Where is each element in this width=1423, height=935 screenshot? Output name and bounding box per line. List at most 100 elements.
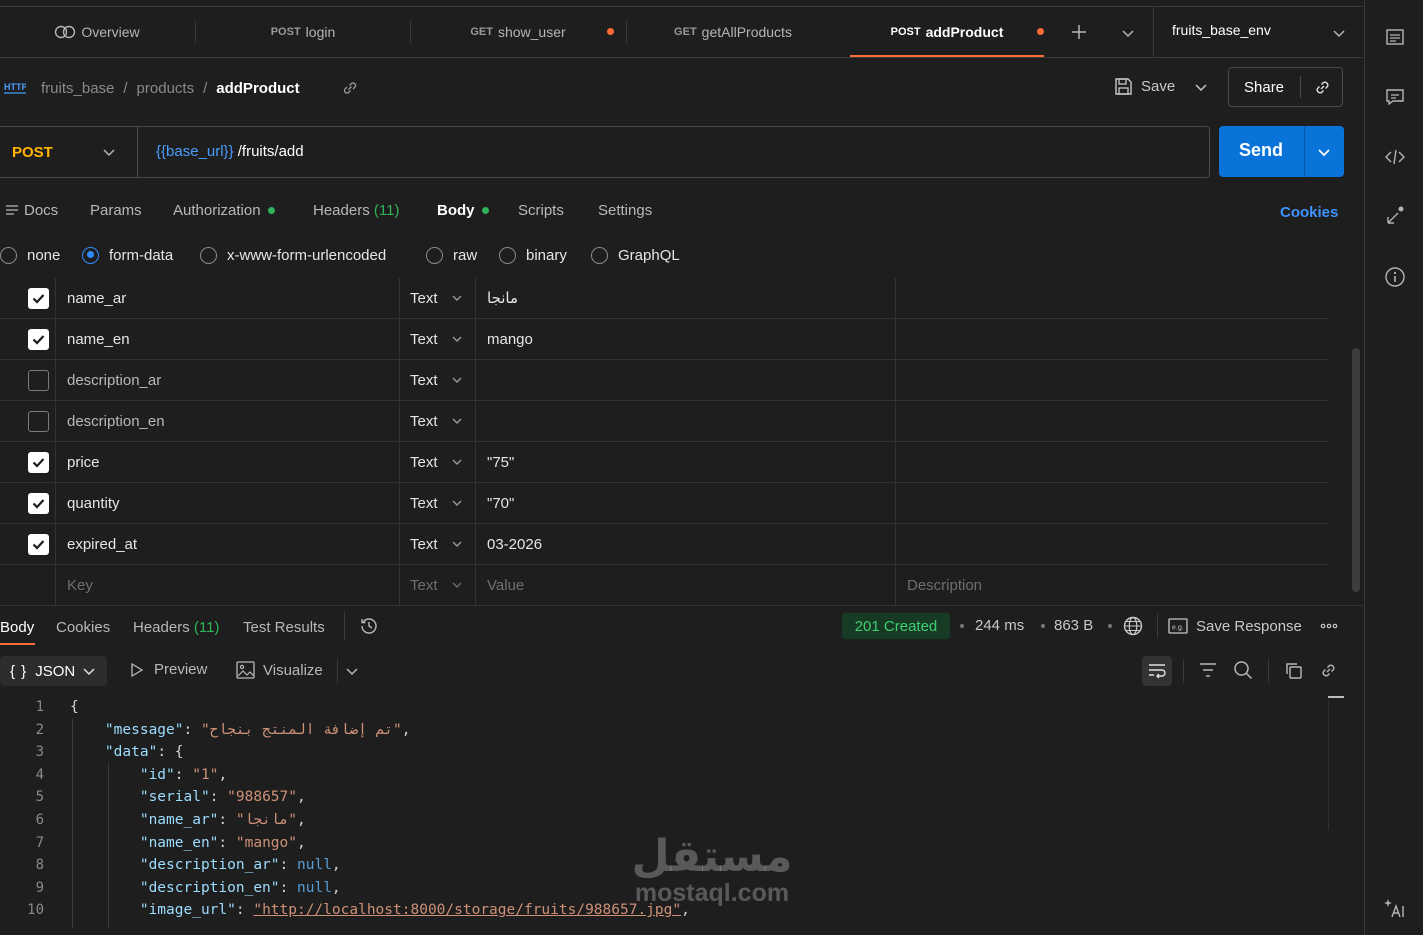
new-description-input[interactable]: Description [907, 565, 982, 605]
description-cell[interactable] [907, 401, 1327, 441]
docs-panel-icon[interactable] [1384, 27, 1406, 49]
copy-icon[interactable] [1284, 661, 1303, 680]
radio-binary[interactable]: binary [499, 245, 567, 265]
value-cell[interactable]: مانجا [487, 278, 518, 318]
breadcrumb-collection[interactable]: fruits_base [41, 80, 114, 97]
send-options-chevron-icon[interactable] [1316, 144, 1332, 160]
value-cell[interactable]: 03-2026 [487, 524, 542, 564]
save-button[interactable]: Save [1114, 77, 1175, 96]
response-size[interactable]: 863 B [1054, 617, 1093, 634]
type-selector[interactable]: Text [410, 483, 463, 523]
description-cell[interactable] [907, 278, 1327, 318]
key-cell[interactable]: price [67, 442, 100, 482]
search-icon[interactable] [1233, 660, 1253, 680]
visualize-chevron-down-icon[interactable] [345, 664, 359, 678]
form-scrollbar[interactable] [1352, 348, 1360, 592]
row-checkbox[interactable] [28, 451, 49, 473]
key-cell[interactable]: name_ar [67, 278, 126, 318]
type-selector[interactable]: Text [410, 278, 463, 318]
value-cell[interactable]: mango [487, 319, 533, 359]
share-button[interactable]: Share [1228, 67, 1343, 107]
type-selector[interactable]: Text [410, 360, 463, 400]
tab-add-product[interactable]: POST addProduct [850, 7, 1044, 57]
response-tab-cookies[interactable]: Cookies [56, 617, 110, 637]
tab-get-all-products[interactable]: GET getAllProducts [627, 7, 839, 57]
radio-none[interactable]: none [0, 245, 60, 265]
send-button[interactable]: Send [1219, 126, 1344, 177]
response-tab-headers[interactable]: Headers (11) [133, 617, 219, 637]
row-checkbox[interactable] [28, 287, 49, 309]
radio-x-www-form-urlencoded[interactable]: x-www-form-urlencoded [200, 245, 386, 265]
tabs-chevron-down-icon[interactable] [1120, 25, 1136, 41]
cookies-link[interactable]: Cookies [1280, 202, 1338, 222]
format-selector[interactable]: { } JSON [0, 656, 107, 686]
comments-icon[interactable] [1384, 86, 1406, 108]
tab-scripts[interactable]: Scripts [518, 200, 564, 220]
info-icon[interactable] [1384, 266, 1406, 288]
visualize-button[interactable]: Visualize [236, 661, 323, 679]
description-cell[interactable] [907, 319, 1327, 359]
tab-docs[interactable]: Docs [5, 200, 58, 220]
network-globe-icon[interactable] [1122, 615, 1144, 637]
type-selector[interactable]: Text [410, 401, 463, 441]
new-type-selector[interactable]: Text [410, 565, 463, 605]
description-cell[interactable] [907, 483, 1327, 523]
copy-link-icon[interactable] [1313, 78, 1332, 97]
related-requests-icon[interactable] [1384, 205, 1406, 227]
save-response-button[interactable]: e.g. Save Response [1168, 617, 1302, 635]
response-tab-test-results[interactable]: Test Results [243, 617, 325, 637]
tab-show-user[interactable]: GET show_user [411, 7, 625, 57]
environment-selector[interactable]: fruits_base_env [1172, 22, 1271, 38]
tab-body[interactable]: Body [437, 200, 489, 220]
row-checkbox[interactable] [28, 533, 49, 555]
tab-settings[interactable]: Settings [598, 200, 652, 220]
preview-button[interactable]: Preview [129, 661, 207, 678]
new-key-input[interactable]: Key [67, 565, 93, 605]
row-checkbox[interactable] [28, 369, 49, 391]
new-tab-plus-icon[interactable] [1069, 22, 1089, 42]
filter-icon[interactable] [1198, 661, 1218, 679]
code-scroll-thumb[interactable] [1328, 696, 1344, 698]
response-tab-body[interactable]: Body [0, 617, 34, 637]
more-options-icon[interactable] [1320, 618, 1338, 634]
description-cell[interactable] [907, 442, 1327, 482]
response-time[interactable]: 244 ms [975, 617, 1024, 634]
response-link-icon[interactable] [1319, 661, 1338, 680]
status-badge[interactable]: 201 Created [842, 613, 950, 639]
key-cell[interactable]: description_en [67, 401, 165, 441]
key-cell[interactable]: quantity [67, 483, 120, 523]
key-cell[interactable]: name_en [67, 319, 130, 359]
row-checkbox[interactable] [28, 492, 49, 514]
save-options-chevron-icon[interactable] [1193, 79, 1209, 95]
method-selector[interactable]: POST [0, 127, 138, 177]
tab-params[interactable]: Params [90, 200, 142, 220]
tab-authorization[interactable]: Authorization [173, 200, 275, 220]
environment-chevron-down-icon[interactable] [1331, 25, 1347, 41]
response-divider[interactable] [0, 605, 1363, 606]
row-checkbox[interactable] [28, 328, 49, 350]
breadcrumb-folder[interactable]: products [137, 80, 195, 97]
wrap-lines-button[interactable] [1142, 656, 1172, 686]
type-selector[interactable]: Text [410, 524, 463, 564]
tab-headers[interactable]: Headers (11) [313, 200, 399, 220]
tab-overview[interactable]: Overview [0, 7, 194, 57]
code-icon[interactable] [1384, 146, 1406, 168]
url-input[interactable]: {{base_url}} /fruits/add [156, 143, 304, 160]
radio-raw[interactable]: raw [426, 245, 477, 265]
description-cell[interactable] [907, 524, 1327, 564]
type-selector[interactable]: Text [410, 442, 463, 482]
value-cell[interactable]: "70" [487, 483, 514, 523]
radio-form-data[interactable]: form-data [82, 245, 173, 265]
type-selector[interactable]: Text [410, 319, 463, 359]
value-cell[interactable]: "75" [487, 442, 514, 482]
new-value-input[interactable]: Value [487, 565, 524, 605]
radio-graphql[interactable]: GraphQL [591, 245, 680, 265]
breadcrumb-request-name[interactable]: addProduct [216, 80, 299, 97]
tab-login[interactable]: POST login [196, 7, 410, 57]
row-checkbox[interactable] [28, 410, 49, 432]
key-cell[interactable]: expired_at [67, 524, 137, 564]
key-cell[interactable]: description_ar [67, 360, 161, 400]
link-icon[interactable] [341, 79, 359, 97]
ai-assistant-icon[interactable] [1384, 897, 1406, 919]
history-icon[interactable] [358, 615, 380, 637]
